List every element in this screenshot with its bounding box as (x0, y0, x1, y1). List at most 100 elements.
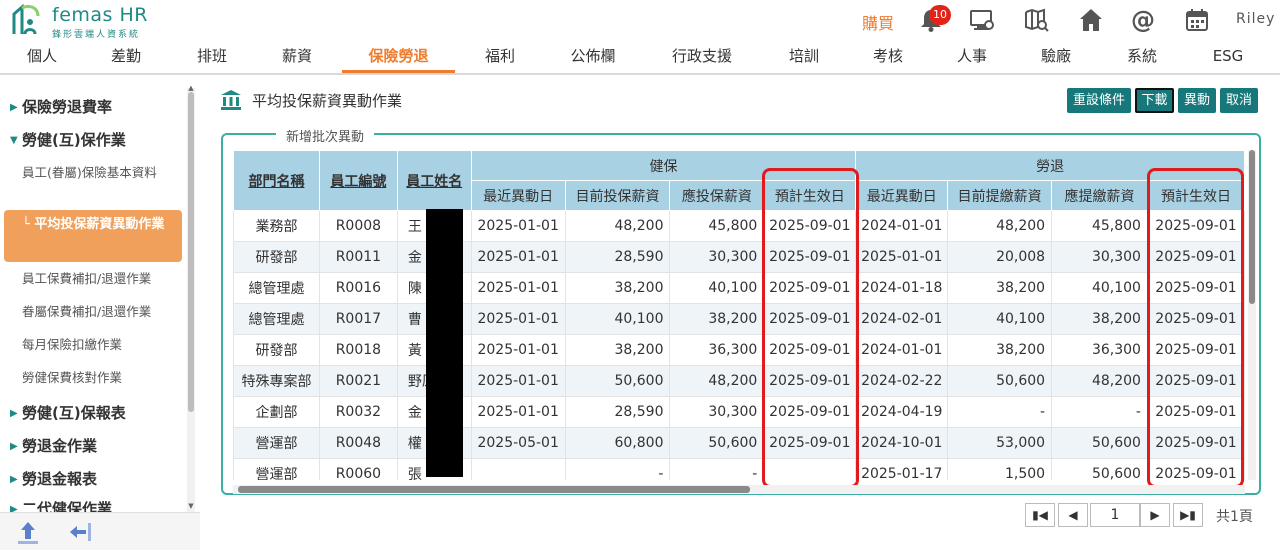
column-header[interactable]: 員工姓名 (396, 150, 472, 211)
table-cell: 38,200 (669, 303, 765, 335)
page-number-input[interactable]: 1 (1090, 503, 1140, 527)
table-cell: - (669, 458, 765, 480)
sidebar-group-label: 勞退金作業 (22, 437, 98, 455)
nav-item-admin-support[interactable]: 行政支援 (660, 40, 744, 73)
sidebar-item-employee-premium[interactable]: 員工保費補扣/退還作業 (22, 270, 182, 288)
table-cell: 45,800 (669, 210, 765, 242)
salary-table-container: 部門名稱 員工編號 員工姓名 健保 勞退 最近異動日 目前投保薪資 應投保薪資 … (233, 150, 1245, 480)
first-page-icon[interactable]: ▮◀ (1025, 503, 1055, 527)
table-cell: 50,600 (947, 365, 1053, 397)
highlight-box-pension-effective (1147, 168, 1244, 488)
table-cell: 2025-01-01 (470, 303, 566, 335)
nav-item-bulletin[interactable]: 公佈欄 (552, 40, 634, 73)
sidebar-group-label: 保險勞退費率 (22, 98, 113, 116)
table-cell: 38,200 (947, 272, 1053, 304)
table-cell: R0017 (318, 303, 398, 335)
table-row[interactable]: 特殊專案部 R0021 野原 2025-01-01 50,600 48,200 2025-0… (233, 365, 1245, 397)
table-cell: 企劃部 (233, 396, 320, 428)
table-cell: 2024-10-01 (855, 427, 949, 459)
table-row[interactable]: 營運部 R0048 權 2025-05-01 60,800 50,600 2025-09-0… (233, 427, 1245, 459)
sidebar-item-monthly-withholding[interactable]: 每月保險扣繳作業 (22, 336, 182, 354)
nav-item-personal[interactable]: 個人 (0, 40, 84, 73)
reset-filters-button[interactable]: 重設條件 (1067, 88, 1131, 113)
column-header: 目前投保薪資 (564, 180, 671, 211)
table-cell: 48,200 (669, 365, 765, 397)
home-icon[interactable] (1078, 7, 1104, 33)
scroll-up-icon[interactable]: ▲ (187, 84, 195, 92)
sidebar-footer (0, 512, 200, 550)
map-search-icon[interactable] (1024, 7, 1050, 33)
table-row[interactable]: 營運部 R0060 張 - -2025-01-17 1,500 50,600 2025-09-… (233, 458, 1245, 480)
upload-icon[interactable] (8, 517, 48, 547)
table-horizontal-scrollbar-thumb[interactable] (238, 486, 750, 493)
table-row[interactable]: 業務部 R0008 王 2025-01-01 48,200 45,800 2025-09-0… (233, 210, 1245, 242)
cancel-button[interactable]: 取消 (1220, 88, 1258, 113)
column-header: 最近異動日 (470, 180, 566, 211)
nav-item-esg[interactable]: ESG (1188, 40, 1268, 73)
table-row[interactable]: 研發部 R0011 金 2025-01-01 28,590 30,300 2025-09-0… (233, 241, 1245, 273)
sidebar-group-pension[interactable]: ▶ 勞退金作業 (10, 435, 97, 456)
nav-item-attendance[interactable]: 差勤 (84, 40, 168, 73)
column-header[interactable]: 員工編號 (318, 150, 398, 211)
logo-mark-icon (12, 3, 40, 35)
table-cell: 2025-01-01 (470, 272, 566, 304)
at-sign-icon[interactable]: @ (1130, 6, 1156, 34)
sidebar-item-insurance-basic[interactable]: 員工(眷屬)保險基本資料 (22, 164, 182, 182)
table-cell: 營運部 (233, 458, 320, 480)
next-page-icon[interactable]: ▶ (1140, 503, 1170, 527)
sidebar-group-pension-reports[interactable]: ▶ 勞退金報表 (10, 468, 97, 489)
table-cell: 28,590 (564, 241, 671, 273)
sidebar-group-nhi2[interactable]: ▶ 二代健保作業 (10, 498, 112, 512)
app-logo[interactable]: femas HR 鋒形雲端人資系統 (8, 2, 158, 40)
table-cell: R0016 (318, 272, 398, 304)
column-header[interactable]: 部門名稱 (233, 150, 320, 211)
sidebar-item-avg-salary-change[interactable]: └ 平均投保薪資異動作業 (4, 210, 182, 262)
collapse-sidebar-icon[interactable] (60, 517, 100, 547)
sidebar-scrollbar-thumb[interactable] (188, 92, 194, 412)
table-cell: 53,000 (947, 427, 1053, 459)
table-cell: 2025-01-01 (470, 241, 566, 273)
table-cell: 40,100 (564, 303, 671, 335)
sidebar-group-reports[interactable]: ▶ 勞健(互)保報表 (10, 402, 126, 423)
change-button[interactable]: 異動 (1178, 88, 1216, 113)
sidebar-group-rates[interactable]: ▶ 保險勞退費率 (10, 96, 112, 117)
nav-item-scheduling[interactable]: 排班 (168, 40, 256, 73)
nav-item-appraisal[interactable]: 考核 (848, 40, 928, 73)
download-button[interactable]: 下載 (1135, 88, 1174, 113)
nav-item-welfare[interactable]: 福利 (460, 40, 540, 73)
buy-link[interactable]: 購買 (862, 10, 894, 34)
nav-item-training[interactable]: 培訓 (764, 40, 844, 73)
table-row[interactable]: 研發部 R0018 黃 2025-01-01 38,200 36,300 2025-09-0… (233, 334, 1245, 366)
nav-item-insurance[interactable]: 保險勞退 (342, 40, 455, 73)
nav-item-factory-audit[interactable]: 驗廠 (1016, 40, 1096, 73)
caret-right-icon: ▶ (10, 441, 18, 452)
monitor-settings-icon[interactable] (969, 7, 995, 33)
table-cell: 30,300 (669, 241, 765, 273)
table-cell: 38,200 (564, 272, 671, 304)
prev-page-icon[interactable]: ◀ (1058, 503, 1088, 527)
nav-item-personnel[interactable]: 人事 (932, 40, 1012, 73)
table-cell: 研發部 (233, 334, 320, 366)
table-vertical-scrollbar-thumb[interactable] (1249, 150, 1255, 304)
nav-item-payroll[interactable]: 薪資 (256, 40, 338, 73)
sidebar-group-labor-health[interactable]: ▼ 勞健(互)保作業 (10, 129, 126, 150)
nav-item-system[interactable]: 系統 (1102, 40, 1182, 73)
user-name[interactable]: Riley (1236, 11, 1275, 27)
table-cell: 1,500 (947, 458, 1053, 480)
sidebar-item-dependent-premium[interactable]: 眷屬保費補扣/退還作業 (22, 303, 182, 321)
scroll-down-icon[interactable]: ▼ (187, 502, 195, 510)
table-row[interactable]: 總管理處 R0017 曹 2025-01-01 40,100 38,200 2025-09-… (233, 303, 1245, 335)
calendar-icon[interactable] (1184, 7, 1210, 33)
top-header: femas HR 鋒形雲端人資系統 購買 10 @ Riley (0, 0, 1280, 40)
table-cell: R0018 (318, 334, 398, 366)
table-cell: 2024-02-01 (855, 303, 949, 335)
table-cell: 2025-01-01 (855, 241, 949, 273)
table-row[interactable]: 總管理處 R0016 陳 2025-01-01 38,200 40,100 2025-09-… (233, 272, 1245, 304)
page-total: 共1頁 (1216, 509, 1253, 525)
table-cell: 2025-01-01 (470, 365, 566, 397)
table-cell: R0032 (318, 396, 398, 428)
table-cell: R0048 (318, 427, 398, 459)
last-page-icon[interactable]: ▶▮ (1173, 503, 1203, 527)
sidebar-item-premium-check[interactable]: 勞健保費核對作業 (22, 369, 182, 387)
table-row[interactable]: 企劃部 R0032 金 2025-01-01 28,590 30,300 2025-09-0… (233, 396, 1245, 428)
